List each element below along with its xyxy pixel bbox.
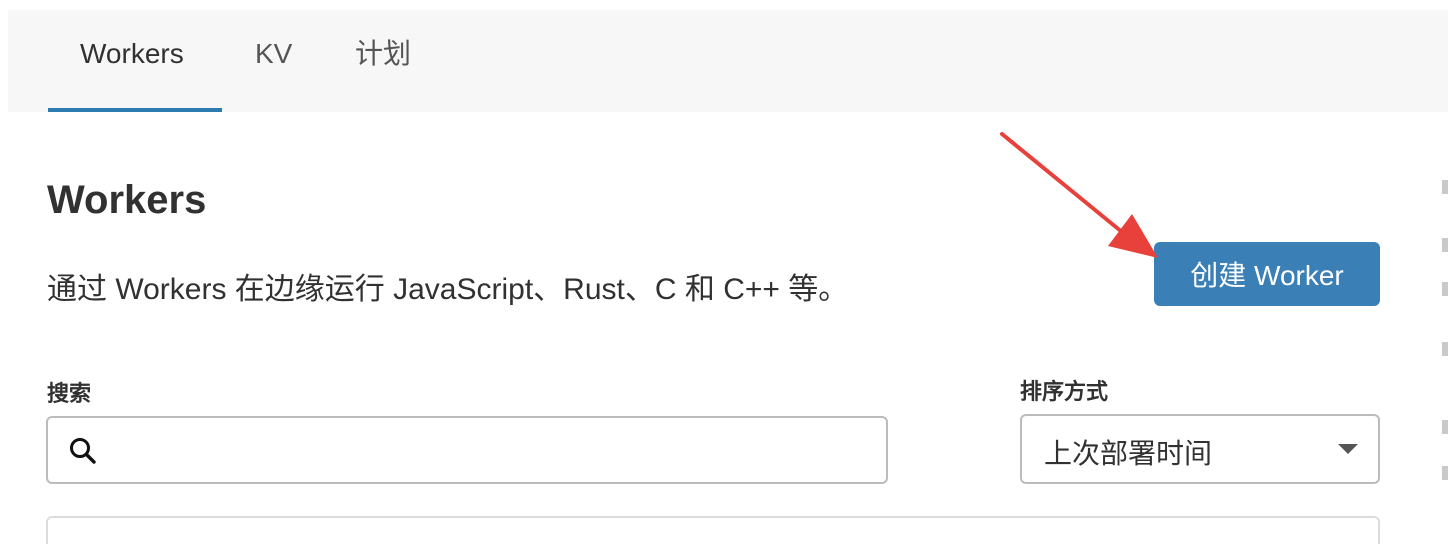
workers-page: Workers KV 计划 Workers 通过 Workers 在边缘运行 J…: [0, 0, 1448, 544]
search-icon: [70, 438, 96, 464]
workers-list-card: [46, 516, 1380, 544]
edge-fragment: [1442, 238, 1448, 252]
tab-workers[interactable]: Workers: [48, 10, 222, 112]
search-label: 搜索: [47, 381, 92, 406]
caret-down-icon: [1338, 444, 1358, 454]
sort-label: 排序方式: [1020, 379, 1109, 404]
edge-fragment: [1442, 282, 1448, 296]
create-worker-button[interactable]: 创建 Worker: [1154, 242, 1380, 306]
tab-kv[interactable]: KV: [255, 10, 315, 112]
sort-select[interactable]: 上次部署时间: [1020, 414, 1380, 484]
sort-selected-value: 上次部署时间: [1044, 438, 1213, 469]
search-input[interactable]: [112, 426, 876, 476]
search-field[interactable]: [46, 416, 888, 484]
page-title: Workers: [47, 178, 207, 222]
edge-fragment: [1442, 420, 1448, 434]
edge-fragment: [1442, 342, 1448, 356]
tab-bar: Workers KV 计划: [8, 10, 1448, 112]
page-description: 通过 Workers 在边缘运行 JavaScript、Rust、C 和 C++…: [47, 273, 849, 306]
tab-plans[interactable]: 计划: [355, 10, 435, 112]
edge-fragment: [1442, 180, 1448, 194]
edge-fragment: [1442, 466, 1448, 480]
